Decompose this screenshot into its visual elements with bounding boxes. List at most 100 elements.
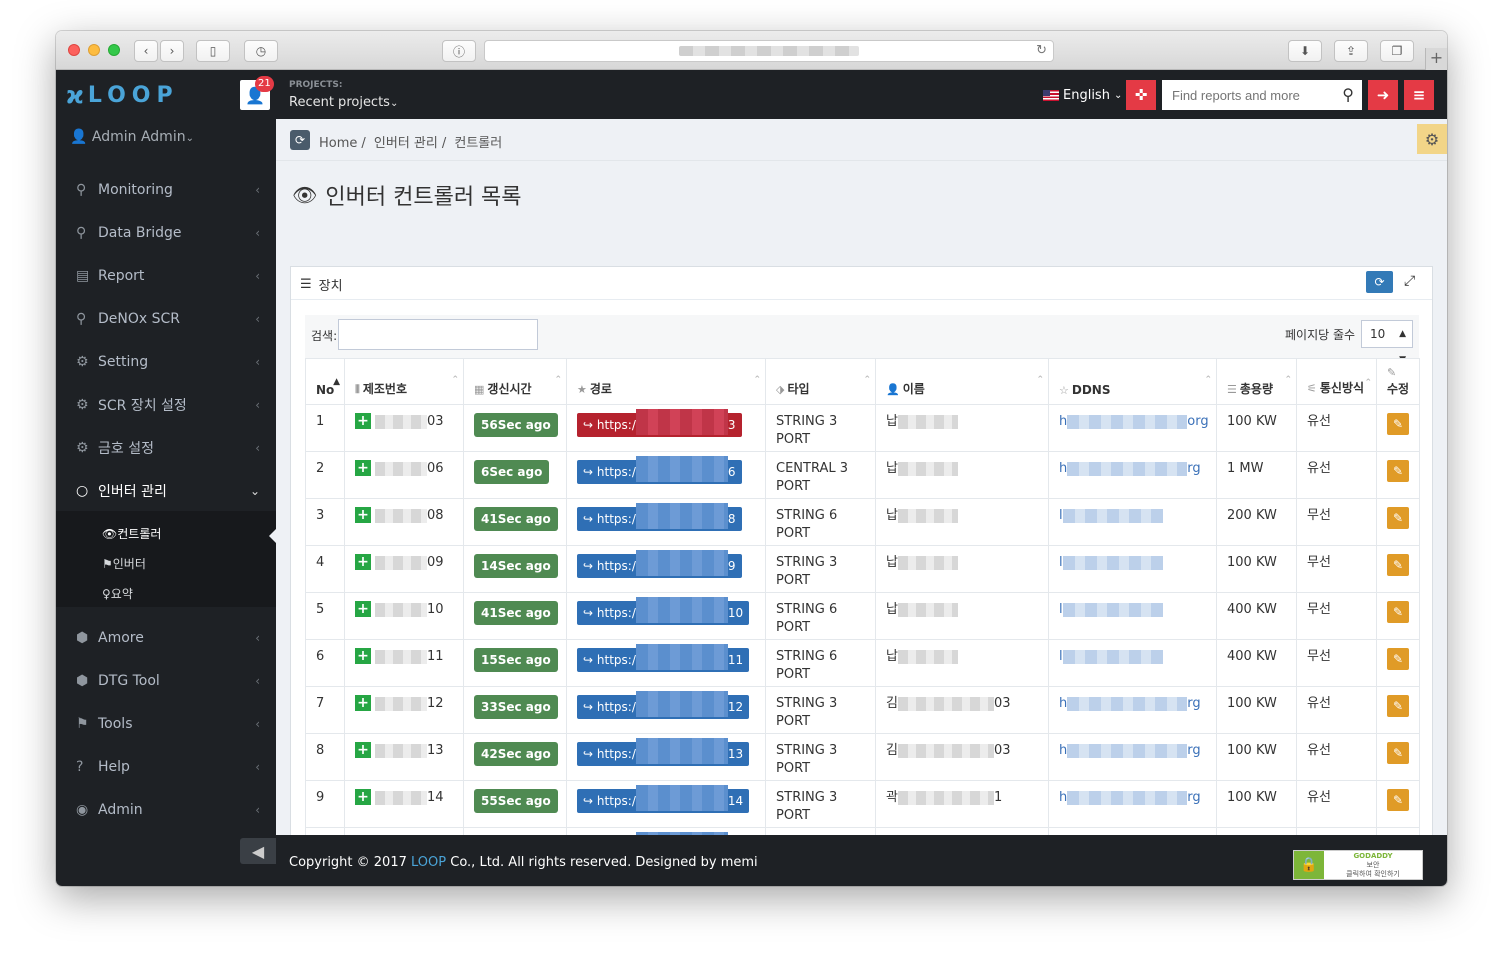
ddns-suffix[interactable]: org bbox=[1187, 414, 1208, 429]
path-link-button[interactable]: ↪ https:/ 11 bbox=[577, 644, 750, 672]
submenu-item-controller[interactable]: 👁컨트롤러 bbox=[102, 525, 161, 542]
godaddy-seal[interactable]: 🔒 GODADDY 보안 클릭하여 확인하기 bbox=[1293, 850, 1423, 880]
admin-user-menu[interactable]: 👤 Admin Admin⌄ bbox=[70, 129, 194, 145]
col-capacity[interactable]: ☰ 총용량 ⌃ bbox=[1216, 358, 1297, 405]
search-input[interactable] bbox=[1172, 87, 1332, 103]
sidebar-item-denox-scr[interactable]: ⚲ DeNOx SCR ‹ bbox=[56, 297, 276, 340]
breadcrumb-home[interactable]: Home bbox=[319, 136, 357, 151]
col-no[interactable]: No ▲ bbox=[305, 358, 345, 405]
projects-dropdown[interactable]: Recent projects⌄ bbox=[289, 95, 398, 110]
redacted-name bbox=[897, 556, 958, 570]
sidebar-toggle-button[interactable]: ▯ bbox=[196, 40, 230, 62]
sidebar-item-admin[interactable]: ◉ Admin ‹ bbox=[56, 788, 276, 831]
sidebar-item-help[interactable]: ? Help ‹ bbox=[56, 745, 276, 788]
minimize-window-button[interactable] bbox=[88, 44, 100, 56]
sidebar-item-monitoring[interactable]: ⚲ Monitoring ‹ bbox=[56, 168, 276, 211]
address-bar[interactable]: ↻ bbox=[484, 40, 1054, 62]
sidebar-collapse-button[interactable]: ◀ bbox=[240, 838, 276, 864]
expand-row-button[interactable]: + bbox=[355, 507, 371, 523]
sidebar-item-tools[interactable]: ⚑ Tools ‹ bbox=[56, 702, 276, 745]
downloads-button[interactable]: ⬇ bbox=[1288, 40, 1322, 62]
sidebar-item-amore[interactable]: ⬢ Amore ‹ bbox=[56, 616, 276, 659]
table-search-input[interactable] bbox=[338, 319, 538, 350]
edit-button[interactable]: ✎ bbox=[1387, 601, 1409, 623]
reload-icon[interactable]: ↻ bbox=[1036, 43, 1047, 58]
panel-fullscreen-button[interactable]: ⤢ bbox=[1404, 273, 1415, 289]
ddns-prefix[interactable]: h bbox=[1059, 743, 1067, 758]
sidebar-item-kumho-settings[interactable]: ⚙ 금호 설정 ‹ bbox=[56, 426, 276, 469]
edit-button[interactable]: ✎ bbox=[1387, 695, 1409, 717]
ddns-prefix[interactable]: h bbox=[1059, 790, 1067, 805]
col-serial[interactable]: ⦀ 제조번호 ⌃ bbox=[344, 358, 464, 405]
new-tab-button[interactable]: + bbox=[1425, 48, 1447, 70]
panel-refresh-button[interactable]: ⟳ bbox=[1366, 271, 1393, 293]
expand-row-button[interactable]: + bbox=[355, 460, 371, 476]
sidebar-item-data-bridge[interactable]: ⚲ Data Bridge ‹ bbox=[56, 211, 276, 254]
col-comm[interactable]: ⚟ 통신방식 ⌃ bbox=[1296, 358, 1377, 405]
copyright-brand-link[interactable]: LOOP bbox=[411, 855, 446, 870]
edit-button[interactable]: ✎ bbox=[1387, 554, 1409, 576]
fullscreen-button[interactable]: ✜ bbox=[1126, 80, 1156, 110]
tabs-button[interactable]: ❐ bbox=[1380, 40, 1414, 62]
edit-button[interactable]: ✎ bbox=[1387, 507, 1409, 529]
forward-button[interactable]: › bbox=[160, 40, 184, 62]
ddns-prefix[interactable]: h bbox=[1059, 696, 1067, 711]
edit-button[interactable]: ✎ bbox=[1387, 413, 1409, 435]
share-button[interactable]: ⇪ bbox=[1334, 40, 1368, 62]
sidebar-item-dtg-tool[interactable]: ⬢ DTG Tool ‹ bbox=[56, 659, 276, 702]
submenu-item-summary[interactable]: ♀요약 bbox=[102, 585, 133, 602]
path-link-button[interactable]: ↪ https:/ 9 bbox=[577, 550, 742, 578]
edit-button[interactable]: ✎ bbox=[1387, 460, 1409, 482]
close-window-button[interactable] bbox=[68, 44, 80, 56]
page-settings-button[interactable]: ⚙ bbox=[1417, 124, 1447, 154]
logo[interactable]: ϰ LOOP bbox=[66, 80, 179, 110]
edit-button[interactable]: ✎ bbox=[1387, 742, 1409, 764]
breadcrumb-inverter-management[interactable]: 인버터 관리 bbox=[374, 136, 438, 151]
reader-button[interactable]: ⓘ bbox=[442, 40, 476, 62]
col-path[interactable]: ★ 경로 ⌃ bbox=[566, 358, 766, 405]
path-link-button[interactable]: ↪ https:/ 6 bbox=[577, 456, 742, 484]
back-button[interactable]: ‹ bbox=[134, 40, 158, 62]
expand-row-button[interactable]: + bbox=[355, 648, 371, 664]
sidebar-item-report[interactable]: ▤ Report ‹ bbox=[56, 254, 276, 297]
path-link-button[interactable]: ↪ https:/ 12 bbox=[577, 691, 750, 719]
expand-row-button[interactable]: + bbox=[355, 601, 371, 617]
menu-button[interactable]: ≡ bbox=[1404, 80, 1434, 110]
logout-button[interactable]: ➜ bbox=[1368, 80, 1398, 110]
ddns-suffix[interactable]: rg bbox=[1187, 696, 1200, 711]
col-type[interactable]: ⬗ 타입 ⌃ bbox=[765, 358, 876, 405]
edit-button[interactable]: ✎ bbox=[1387, 648, 1409, 670]
history-button[interactable]: ◷ bbox=[244, 40, 278, 62]
ddns-prefix[interactable]: h bbox=[1059, 461, 1067, 476]
path-link-button[interactable]: ↪ https:/ 14 bbox=[577, 785, 750, 813]
sidebar-item-scr-device-settings[interactable]: ⚙ SCR 장치 설정 ‹ bbox=[56, 383, 276, 426]
sidebar-item-setting[interactable]: ⚙ Setting ‹ bbox=[56, 340, 276, 383]
global-search[interactable]: ⚲ bbox=[1162, 80, 1362, 110]
language-selector[interactable]: English ⌄ bbox=[1043, 88, 1122, 103]
maximize-window-button[interactable] bbox=[108, 44, 120, 56]
expand-row-button[interactable]: + bbox=[355, 789, 371, 805]
path-link-button[interactable]: ↪ https:/ 3 bbox=[577, 409, 742, 437]
path-link-button[interactable]: ↪ https:/ 8 bbox=[577, 503, 742, 531]
ddns-prefix[interactable]: h bbox=[1059, 414, 1067, 429]
path-link-button[interactable]: ↪ https:/ 13 bbox=[577, 738, 750, 766]
submenu-item-inverter[interactable]: ⚑인버터 bbox=[102, 555, 146, 572]
cell-name: 김 03 bbox=[875, 733, 1049, 781]
path-link-button[interactable]: ↪ https:/ 10 bbox=[577, 597, 750, 625]
edit-button[interactable]: ✎ bbox=[1387, 789, 1409, 811]
col-name[interactable]: 👤 이름 ⌃ bbox=[875, 358, 1049, 405]
col-updated[interactable]: ▦ 갱신시간 ⌃ bbox=[463, 358, 567, 405]
expand-row-button[interactable]: + bbox=[355, 695, 371, 711]
refresh-icon[interactable]: ⟳ bbox=[290, 130, 310, 150]
expand-row-button[interactable]: + bbox=[355, 742, 371, 758]
page-size-select[interactable]: 10▲▼ bbox=[1361, 320, 1413, 365]
col-edit[interactable]: ✎ 수정 bbox=[1376, 358, 1420, 405]
ddns-suffix[interactable]: rg bbox=[1187, 461, 1200, 476]
expand-row-button[interactable]: + bbox=[355, 554, 371, 570]
sidebar-item-inverter-management[interactable]: ○ 인버터 관리 ⌄ bbox=[56, 469, 276, 512]
ddns-suffix[interactable]: rg bbox=[1187, 743, 1200, 758]
expand-row-button[interactable]: + bbox=[355, 413, 371, 429]
search-icon[interactable]: ⚲ bbox=[1342, 85, 1354, 104]
col-ddns[interactable]: ☆ DDNS ⌃ bbox=[1048, 358, 1217, 405]
ddns-suffix[interactable]: rg bbox=[1187, 790, 1200, 805]
